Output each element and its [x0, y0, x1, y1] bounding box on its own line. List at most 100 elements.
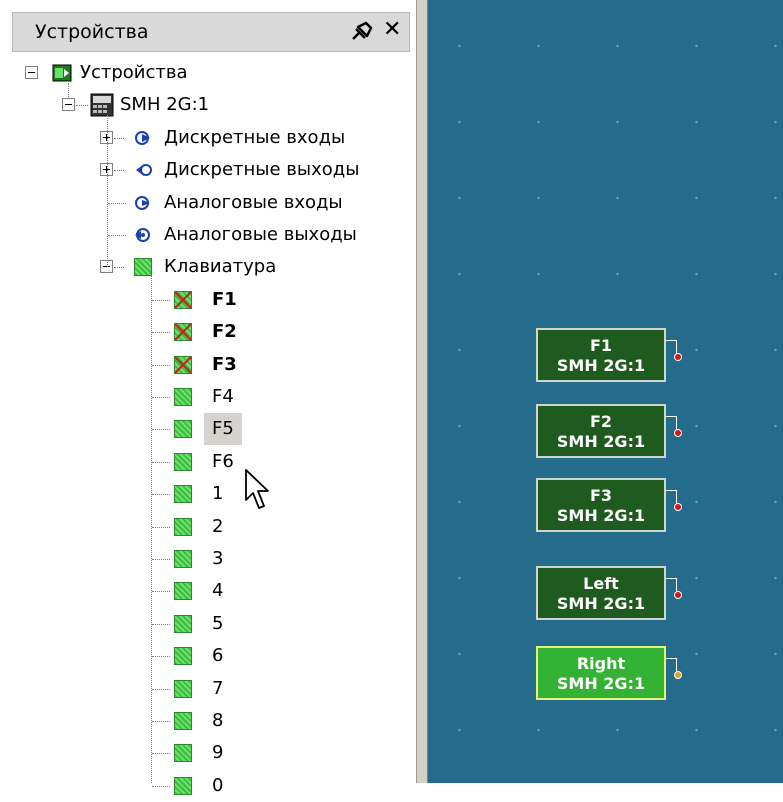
- tree-connector: [152, 494, 170, 496]
- tree-connector: [152, 623, 170, 625]
- keyboard-block-f1[interactable]: F1 SMH 2G:1: [536, 328, 666, 382]
- tree-item-label: F1: [212, 288, 237, 310]
- port-connector: [666, 340, 676, 341]
- close-icon[interactable]: ✕: [383, 16, 401, 44]
- tree-key-item[interactable]: 0: [204, 770, 264, 802]
- tree-connector: [151, 275, 152, 783]
- key-icon: [174, 420, 192, 439]
- key-icon: [174, 614, 192, 633]
- key-used-cross-icon: [174, 323, 192, 341]
- tree-item-label: SMH 2G:1: [120, 94, 210, 116]
- tree-connector: [114, 267, 124, 269]
- key-icon: [174, 582, 192, 601]
- keyboard-block-left[interactable]: Left SMH 2G:1: [536, 566, 666, 620]
- tree-key-item[interactable]: F3: [204, 349, 264, 381]
- tree-root-item[interactable]: Устройства: [80, 57, 280, 89]
- panel-splitter[interactable]: [416, 0, 428, 783]
- output-port-icon[interactable]: [674, 429, 682, 437]
- tree-item-label: 8: [212, 710, 224, 731]
- tree-key-item[interactable]: F4: [204, 381, 264, 413]
- panel-header: Устройства ✕: [12, 12, 410, 52]
- tree-connector: [114, 170, 124, 172]
- analog-output-icon: [135, 228, 150, 242]
- tree-connector: [108, 202, 126, 204]
- keyboard-block-f2[interactable]: F2 SMH 2G:1: [536, 404, 666, 458]
- output-port-icon[interactable]: [674, 591, 682, 599]
- port-connector: [666, 578, 676, 579]
- tree-item-label: 1: [212, 483, 224, 505]
- keyboard-block-f3[interactable]: F3 SMH 2G:1: [536, 478, 666, 532]
- tree-item-label: F6: [212, 450, 234, 472]
- block-name: F3: [589, 486, 613, 505]
- block-device: SMH 2G:1: [556, 674, 646, 693]
- tree-connector: [76, 105, 88, 107]
- tree-device-item[interactable]: SMH 2G:1: [120, 89, 320, 121]
- expand-toggle[interactable]: [62, 98, 75, 112]
- devices-panel: Устройства SMH 2G:1 Дискретные входы Дискре…: [0, 0, 416, 796]
- keyboard-icon: [134, 258, 152, 277]
- analog-input-icon: [135, 195, 150, 210]
- tree-connector: [152, 461, 170, 463]
- tree-key-item[interactable]: F5: [204, 413, 264, 446]
- output-port-icon[interactable]: [674, 671, 682, 679]
- key-icon: [174, 388, 192, 406]
- key-icon: [174, 517, 192, 536]
- tree-key-item[interactable]: 5: [204, 608, 264, 640]
- tree-key-item[interactable]: F2: [204, 316, 264, 348]
- tree-connector: [108, 235, 126, 236]
- tree-connector: [152, 364, 170, 366]
- tree-item-label: Аналоговые входы: [164, 191, 343, 213]
- tree-item-label: F5: [204, 413, 242, 446]
- tree-item-label: Клавиатура: [164, 256, 277, 278]
- tree-key-item[interactable]: 6: [204, 640, 264, 672]
- tree-key-item[interactable]: 4: [204, 575, 264, 607]
- block-name: F1: [589, 336, 613, 355]
- keyboard-block-right[interactable]: Right SMH 2G:1: [536, 646, 666, 700]
- pin-icon[interactable]: [347, 19, 375, 45]
- devices-icon: [52, 64, 72, 82]
- tree-connector: [107, 115, 108, 268]
- port-connector: [666, 416, 676, 417]
- tree-item-label: 2: [212, 515, 224, 537]
- tree-group-item[interactable]: Дискретные входы: [164, 122, 404, 154]
- key-icon: [174, 550, 192, 568]
- tree-item-label: Дискретные выходы: [164, 159, 360, 181]
- tree-group-item[interactable]: Дискретные выходы: [164, 154, 404, 186]
- tree-connector: [152, 721, 170, 722]
- tree-connector: [152, 397, 170, 398]
- block-device: SMH 2G:1: [556, 356, 646, 375]
- tree-item-label: 5: [212, 612, 224, 634]
- tree-connector: [152, 526, 170, 528]
- tree-connector: [152, 591, 170, 593]
- key-icon: [174, 679, 192, 698]
- output-port-icon[interactable]: [674, 353, 682, 361]
- tree-item-label: F4: [212, 386, 234, 407]
- tree-key-item[interactable]: 8: [204, 705, 264, 737]
- digital-output-icon: [136, 164, 152, 177]
- tree-key-item[interactable]: 9: [204, 737, 264, 769]
- panel-title: Устройства: [35, 21, 149, 43]
- port-connector: [666, 658, 676, 659]
- tree-connector: [152, 299, 170, 301]
- tree-group-item[interactable]: Клавиатура: [164, 251, 404, 283]
- key-icon: [174, 744, 192, 763]
- tree-item-label: Аналоговые выходы: [164, 224, 357, 245]
- tree-key-item[interactable]: 7: [204, 673, 264, 705]
- tree-item-label: Устройства: [80, 62, 188, 83]
- output-port-icon[interactable]: [674, 503, 682, 511]
- key-icon: [174, 776, 192, 795]
- diagram-canvas[interactable]: F1 SMH 2G:1 F2 SMH 2G:1 F3 SMH 2G:1 Left SMH 2G…: [428, 0, 783, 783]
- block-device: SMH 2G:1: [556, 506, 646, 525]
- tree-key-item[interactable]: 3: [204, 543, 264, 575]
- tree-key-item[interactable]: 2: [204, 511, 264, 543]
- key-icon: [174, 647, 192, 666]
- tree-group-item[interactable]: Аналоговые входы: [164, 187, 404, 219]
- tree-connector: [114, 137, 124, 139]
- tree-group-item[interactable]: Аналоговые выходы: [164, 219, 404, 251]
- tree-key-item[interactable]: F1: [204, 284, 264, 316]
- tree-connector: [152, 332, 170, 334]
- key-used-cross-icon: [174, 291, 192, 309]
- block-device: SMH 2G:1: [556, 594, 646, 613]
- block-device: SMH 2G:1: [556, 432, 646, 451]
- expand-toggle[interactable]: [25, 66, 38, 79]
